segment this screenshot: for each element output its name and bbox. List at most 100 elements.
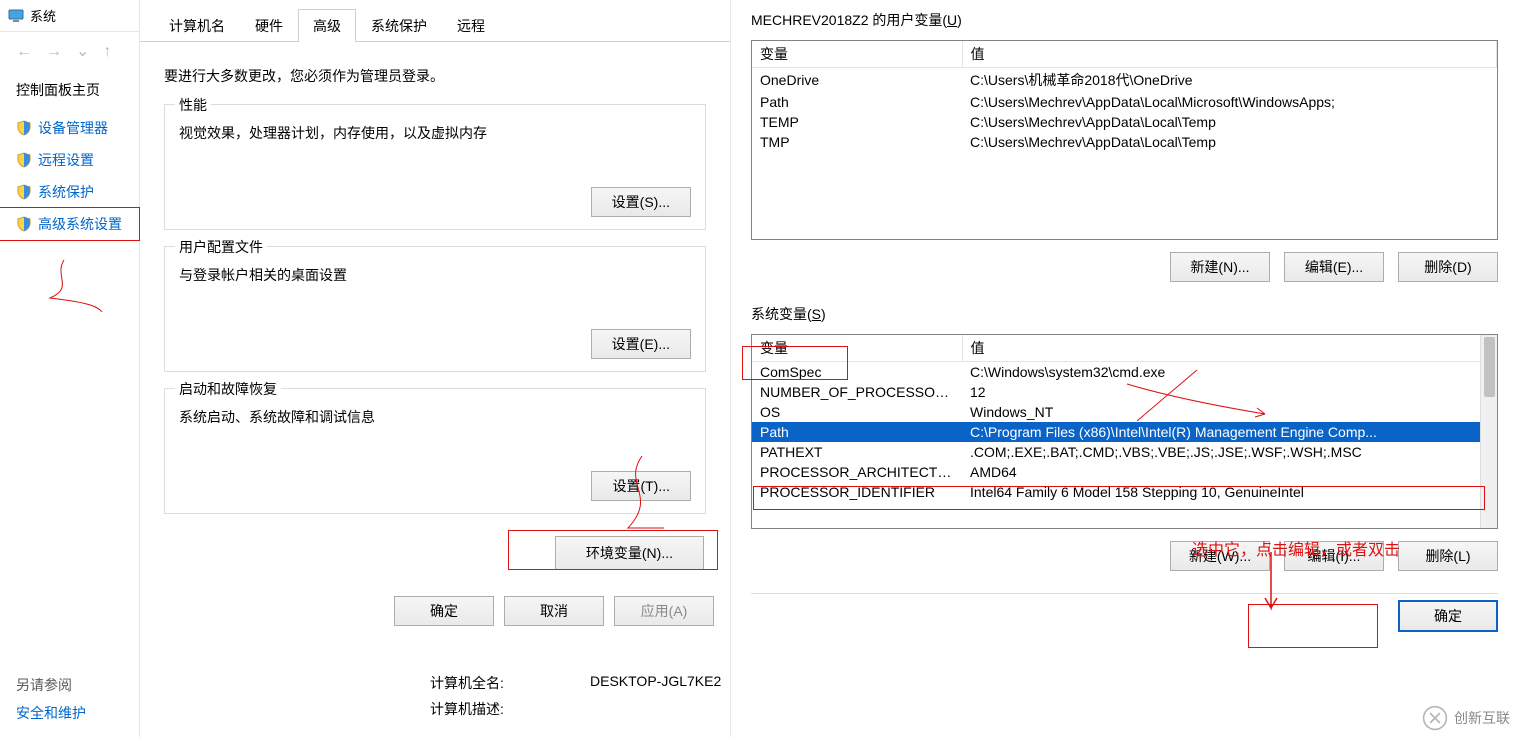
- user-vars-section-label: MECHREV2018Z2 的用户变量(U): [751, 10, 1498, 30]
- sys-edit-button[interactable]: 编辑(I)...: [1284, 541, 1384, 571]
- sidebar-link-remote-settings[interactable]: 远程设置: [0, 144, 139, 176]
- shield-icon: [16, 184, 32, 200]
- see-also-header: 另请参阅: [16, 675, 86, 695]
- tab-remote[interactable]: 远程: [442, 9, 500, 42]
- col-header-value[interactable]: 值: [962, 335, 1497, 362]
- system-vars-button-row: 新建(W)... 编辑(I)... 删除(L): [751, 529, 1498, 589]
- environment-variables-button[interactable]: 环境变量(N)...: [555, 536, 704, 570]
- user-new-button[interactable]: 新建(N)...: [1170, 252, 1270, 282]
- tab-hardware[interactable]: 硬件: [240, 9, 298, 42]
- nav-up-icon[interactable]: ↑: [103, 44, 111, 60]
- table-row[interactable]: NUMBER_OF_PROCESSORS12: [752, 382, 1497, 402]
- apply-button[interactable]: 应用(A): [614, 596, 714, 626]
- ok-button[interactable]: 确定: [394, 596, 494, 626]
- col-header-variable[interactable]: 变量: [752, 41, 962, 68]
- var-name-cell: Path: [752, 422, 962, 442]
- user-vars-button-row: 新建(N)... 编辑(E)... 删除(D): [751, 240, 1498, 300]
- var-name-cell: PROCESSOR_IDENTIFIER: [752, 482, 962, 502]
- sys-new-button[interactable]: 新建(W)...: [1170, 541, 1270, 571]
- startup-recovery-settings-button[interactable]: 设置(T)...: [591, 471, 691, 501]
- group-performance: 性能 视觉效果，处理器计划，内存使用，以及虚拟内存 设置(S)...: [164, 104, 706, 230]
- sidebar-link-system-protection[interactable]: 系统保护: [0, 176, 139, 208]
- table-row[interactable]: PROCESSOR_IDENTIFIERIntel64 Family 6 Mod…: [752, 482, 1497, 502]
- user-delete-button[interactable]: 删除(D): [1398, 252, 1498, 282]
- col-header-value[interactable]: 值: [962, 41, 1497, 68]
- group-legend: 启动和故障恢复: [175, 379, 281, 399]
- see-also-section: 另请参阅 安全和维护: [16, 675, 86, 723]
- monitor-icon: [8, 8, 24, 24]
- system-info-block: 计算机全名:DESKTOP-JGL7KE2 计算机描述:: [430, 673, 721, 725]
- var-name-cell: OneDrive: [752, 68, 962, 93]
- col-header-variable[interactable]: 变量: [752, 335, 962, 362]
- performance-settings-button[interactable]: 设置(S)...: [591, 187, 691, 217]
- var-name-cell: NUMBER_OF_PROCESSORS: [752, 382, 962, 402]
- table-row[interactable]: PathC:\Users\Mechrev\AppData\Local\Micro…: [752, 92, 1497, 112]
- watermark-logo: 创新互联: [1422, 705, 1510, 731]
- tab-advanced[interactable]: 高级: [298, 9, 356, 42]
- logo-icon: [1422, 705, 1448, 731]
- user-edit-button[interactable]: 编辑(E)...: [1284, 252, 1384, 282]
- sidebar-link-label: 设备管理器: [38, 118, 108, 138]
- environment-variables-dialog: MECHREV2018Z2 的用户变量(U) 变量 值 OneDriveC:\U…: [730, 0, 1518, 737]
- group-legend: 用户配置文件: [175, 237, 267, 257]
- control-panel-home-label[interactable]: 控制面板主页: [0, 68, 139, 106]
- shield-icon: [16, 216, 32, 232]
- cancel-button[interactable]: 取消: [504, 596, 604, 626]
- nav-history-icon[interactable]: ⌄: [76, 44, 89, 60]
- sidebar-link-advanced-system-settings[interactable]: 高级系统设置: [0, 208, 139, 240]
- shield-icon: [16, 120, 32, 136]
- var-value-cell: .COM;.EXE;.BAT;.CMD;.VBS;.VBE;.JS;.JSE;.…: [962, 442, 1497, 462]
- group-desc: 系统启动、系统故障和调试信息: [179, 399, 691, 471]
- table-row[interactable]: PathC:\Program Files (x86)\Intel\Intel(R…: [752, 422, 1497, 442]
- sysinfo-value: DESKTOP-JGL7KE2: [590, 673, 721, 693]
- scrollbar[interactable]: [1480, 335, 1497, 528]
- sys-delete-button[interactable]: 删除(L): [1398, 541, 1498, 571]
- sysinfo-label: 计算机全名:: [430, 673, 530, 693]
- var-value-cell: Intel64 Family 6 Model 158 Stepping 10, …: [962, 482, 1497, 502]
- table-row[interactable]: OneDriveC:\Users\机械革命2018代\OneDrive: [752, 68, 1497, 93]
- shield-icon: [16, 152, 32, 168]
- group-startup-recovery: 启动和故障恢复 系统启动、系统故障和调试信息 设置(T)...: [164, 388, 706, 514]
- var-name-cell: PROCESSOR_ARCHITECTURE: [752, 462, 962, 482]
- window-title: 系统: [0, 0, 139, 32]
- user-profiles-settings-button[interactable]: 设置(E)...: [591, 329, 691, 359]
- sidebar-link-label: 远程设置: [38, 150, 94, 170]
- tab-system-protection[interactable]: 系统保护: [356, 9, 442, 42]
- var-name-cell: TEMP: [752, 112, 962, 132]
- admin-note-text: 要进行大多数更改，您必须作为管理员登录。: [164, 60, 706, 104]
- env-ok-button[interactable]: 确定: [1398, 600, 1498, 632]
- var-value-cell: C:\Users\机械革命2018代\OneDrive: [962, 68, 1497, 93]
- nav-toolbar: ← → ⌄ ↑: [0, 32, 139, 68]
- sidebar-links: 设备管理器 远程设置 系统保护 高级系统设置: [0, 106, 139, 246]
- env-dialog-bottom-row: 确定: [751, 594, 1498, 638]
- var-value-cell: C:\Users\Mechrev\AppData\Local\Temp: [962, 112, 1497, 132]
- var-name-cell: ComSpec: [752, 362, 962, 383]
- var-name-cell: OS: [752, 402, 962, 422]
- var-value-cell: Windows_NT: [962, 402, 1497, 422]
- table-row[interactable]: OSWindows_NT: [752, 402, 1497, 422]
- var-value-cell: C:\Program Files (x86)\Intel\Intel(R) Ma…: [962, 422, 1497, 442]
- tab-computer-name[interactable]: 计算机名: [154, 9, 240, 42]
- table-row[interactable]: TMPC:\Users\Mechrev\AppData\Local\Temp: [752, 132, 1497, 152]
- sidebar-link-device-manager[interactable]: 设备管理器: [0, 112, 139, 144]
- system-vars-table[interactable]: 变量 值 ComSpecC:\Windows\system32\cmd.exeN…: [751, 334, 1498, 529]
- table-row[interactable]: PROCESSOR_ARCHITECTUREAMD64: [752, 462, 1497, 482]
- control-panel-sidebar: 系统 ← → ⌄ ↑ 控制面板主页 设备管理器 远程设置 系统保护 高: [0, 0, 140, 737]
- user-vars-table[interactable]: 变量 值 OneDriveC:\Users\机械革命2018代\OneDrive…: [751, 40, 1498, 240]
- var-value-cell: AMD64: [962, 462, 1497, 482]
- dialog-button-row: 确定 取消 应用(A): [140, 590, 730, 626]
- nav-forward-icon[interactable]: →: [46, 44, 62, 60]
- table-row[interactable]: TEMPC:\Users\Mechrev\AppData\Local\Temp: [752, 112, 1497, 132]
- var-name-cell: TMP: [752, 132, 962, 152]
- sidebar-link-label: 高级系统设置: [38, 214, 122, 234]
- title-text: 系统: [30, 6, 56, 25]
- table-row[interactable]: ComSpecC:\Windows\system32\cmd.exe: [752, 362, 1497, 383]
- see-also-link[interactable]: 安全和维护: [16, 705, 86, 721]
- group-desc: 与登录帐户相关的桌面设置: [179, 257, 691, 329]
- var-value-cell: C:\Windows\system32\cmd.exe: [962, 362, 1497, 383]
- var-name-cell: Path: [752, 92, 962, 112]
- nav-back-icon[interactable]: ←: [16, 44, 32, 60]
- var-name-cell: PATHEXT: [752, 442, 962, 462]
- var-value-cell: C:\Users\Mechrev\AppData\Local\Temp: [962, 132, 1497, 152]
- table-row[interactable]: PATHEXT.COM;.EXE;.BAT;.CMD;.VBS;.VBE;.JS…: [752, 442, 1497, 462]
